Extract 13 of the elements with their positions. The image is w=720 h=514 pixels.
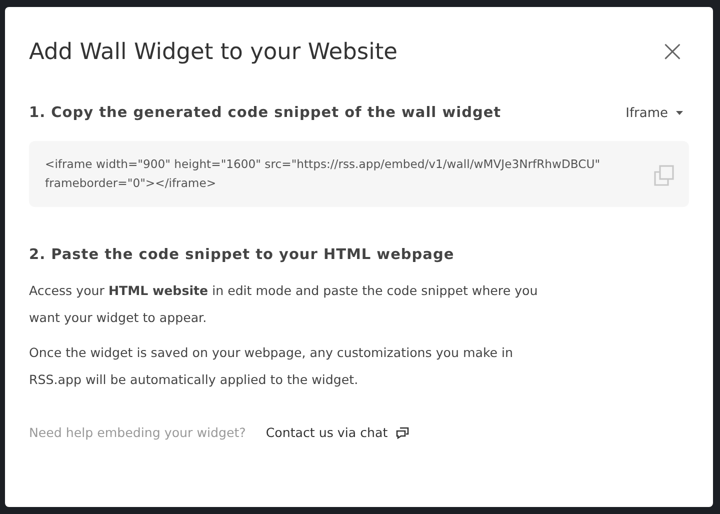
dialog-title: Add Wall Widget to your Website — [29, 39, 398, 65]
step-heading: 2. Paste the code snippet to your HTML webpage — [29, 247, 456, 263]
step-heading: 1. Copy the generated code snippet of the wall widget — [29, 105, 502, 121]
chat-icon — [396, 426, 409, 438]
instruction-text: Access your HTML website in edit mode and paste the code snippet where you want your widget to appear. — [29, 282, 539, 327]
contact-link[interactable]: Contact us via chat — [266, 425, 388, 440]
format-dropdown[interactable]: Iframe — [620, 106, 689, 120]
caret-icon — [676, 111, 683, 115]
close-button[interactable]: × — [656, 37, 689, 67]
help-text: Need help embeding your widget? — [29, 425, 246, 440]
copy-icon[interactable] — [653, 165, 675, 187]
code-snippet: <iframe width="900" height="1600" src="https://rss.app/embed/v1/wall/wMVJe3NrfRhwDBCU" frameborder="0"></iframe> — [45, 156, 602, 192]
instruction-text: Once the widget is saved on your webpage, any customizations you make in RSS.app will be automatically applied to the widget. — [29, 344, 514, 389]
